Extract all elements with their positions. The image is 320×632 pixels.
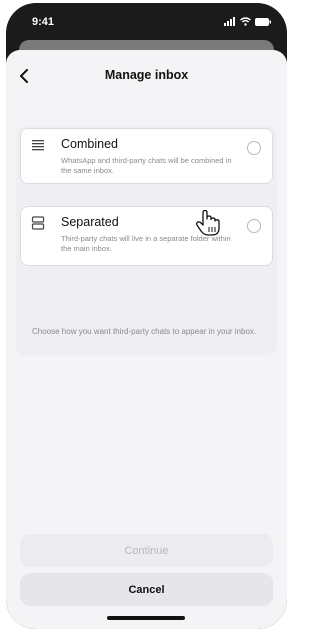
wifi-icon (240, 17, 251, 26)
status-bar: 9:41 (6, 3, 287, 43)
option-description: Third-party chats will live in a separat… (61, 234, 231, 253)
option-separated[interactable]: Separated Third-party chats will live in… (20, 206, 273, 266)
hand-cursor-icon (196, 209, 220, 236)
continue-button[interactable]: Continue (20, 534, 273, 567)
manage-inbox-sheet: Manage inbox Combined WhatsApp and third… (6, 50, 287, 629)
helper-text: Choose how you want third-party chats to… (32, 327, 257, 336)
radio-combined[interactable] (247, 141, 261, 155)
status-time: 9:41 (32, 16, 55, 28)
split-boxes-icon (31, 216, 45, 230)
battery-icon (255, 17, 271, 26)
status-icons (224, 17, 271, 26)
option-title: Separated (61, 215, 119, 229)
signal-icon (224, 17, 235, 26)
phone-frame: 9:41 Manage inbox Combined WhatsApp and … (6, 3, 287, 629)
lines-icon (32, 140, 44, 151)
page-title: Manage inbox (104, 68, 189, 82)
header: Manage inbox (6, 60, 287, 90)
option-title: Combined (61, 137, 118, 151)
home-indicator (107, 616, 185, 620)
cancel-button[interactable]: Cancel (20, 573, 273, 606)
option-description: WhatsApp and third-party chats will be c… (61, 156, 232, 175)
radio-separated[interactable] (247, 219, 261, 233)
option-combined[interactable]: Combined WhatsApp and third-party chats … (20, 128, 273, 184)
